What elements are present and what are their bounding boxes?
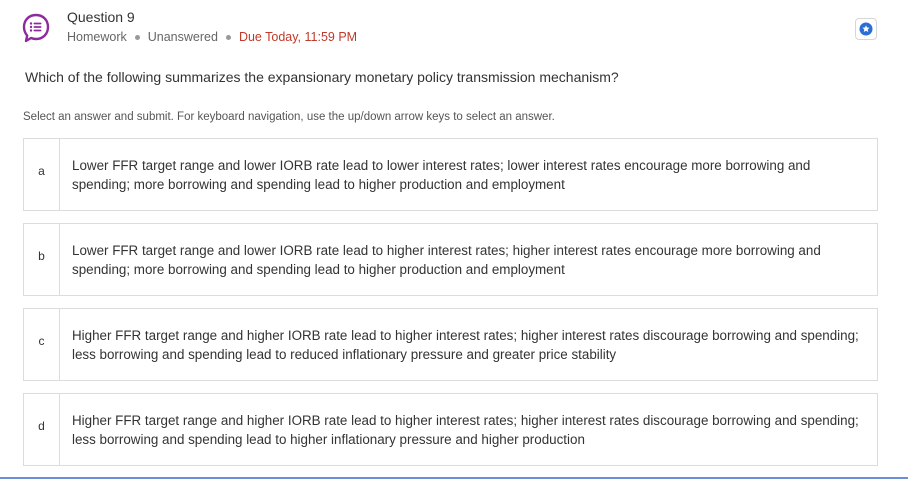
question-meta: Homework Unanswered Due Today, 11:59 PM [67, 30, 357, 44]
star-badge-icon [859, 22, 873, 36]
choice-text: Higher FFR target range and higher IORB … [72, 327, 859, 362]
choice-letter: d [38, 418, 45, 433]
choice-text: Lower FFR target range and lower IORB ra… [72, 242, 821, 277]
choice-letter: b [38, 248, 45, 263]
question-text: Which of the following summarizes the ex… [25, 69, 619, 85]
due-date: Due Today, 11:59 PM [238, 30, 358, 44]
choice-letter-cell: a [24, 139, 60, 210]
answer-choice-a[interactable]: a Lower FFR target range and lower IORB … [23, 138, 878, 211]
answer-status: Unanswered [147, 30, 218, 44]
choice-letter: a [38, 163, 45, 178]
separator-dot [134, 34, 140, 40]
instructions-text: Select an answer and submit. For keyboar… [23, 111, 555, 123]
choice-letter-cell: c [24, 309, 60, 380]
answer-choice-b[interactable]: b Lower FFR target range and lower IORB … [23, 223, 878, 296]
answer-choice-d[interactable]: d Higher FFR target range and higher IOR… [23, 393, 878, 466]
question-chat-icon [22, 13, 50, 45]
answer-choice-c[interactable]: c Higher FFR target range and higher IOR… [23, 308, 878, 381]
choice-text: Higher FFR target range and higher IORB … [72, 412, 859, 447]
question-page: Question 9 Homework Unanswered Due Today… [0, 0, 908, 479]
choice-letter-cell: d [24, 394, 60, 465]
choice-text: Lower FFR target range and lower IORB ra… [72, 157, 811, 192]
choice-letter-cell: b [24, 224, 60, 295]
bookmark-button[interactable] [855, 18, 877, 40]
question-title: Question 9 [67, 9, 135, 25]
assignment-type: Homework [67, 30, 127, 44]
choice-letter: c [38, 333, 45, 348]
separator-dot [225, 34, 231, 40]
